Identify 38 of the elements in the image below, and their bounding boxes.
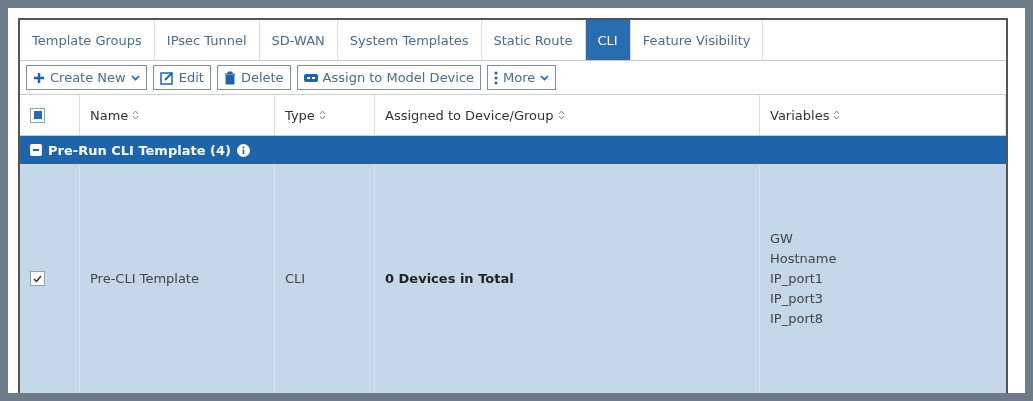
toolbar-button[interactable]: More	[487, 65, 557, 90]
sort-icon	[132, 110, 140, 120]
column-header[interactable]: Assigned to Device/Group	[385, 107, 554, 123]
trash-icon	[223, 70, 236, 85]
table-row[interactable]: Pre-CLI Template CLI 0 Devices in Total GW Hostname IP_port1 IP_port3 IP_port8	[20, 164, 1006, 393]
plus-icon	[33, 71, 45, 84]
device-icon	[303, 72, 318, 83]
toolbar-button[interactable]: Create New	[26, 65, 147, 90]
toolbar-button[interactable]: Edit	[152, 65, 211, 90]
info-icon	[236, 143, 250, 157]
table-cell: CLI	[285, 271, 306, 286]
variable-name: IP_port3	[770, 289, 825, 308]
caret-icon	[130, 74, 140, 81]
sort-icon	[557, 110, 565, 120]
toolbar-button[interactable]: Delete	[216, 65, 291, 90]
dots-icon	[494, 70, 499, 85]
edit-icon	[159, 70, 174, 85]
variable-name: IP_port1	[770, 269, 825, 288]
variable-name: GW	[770, 229, 794, 248]
check-icon	[33, 274, 42, 283]
select-all-checkbox[interactable]	[30, 107, 45, 123]
collapse-icon[interactable]	[30, 144, 42, 156]
column-header[interactable]: Variables	[770, 107, 830, 123]
table-cell: 0 Devices in Total	[385, 271, 514, 286]
row-checkbox[interactable]	[30, 271, 45, 286]
variable-name: IP_port8	[770, 309, 825, 328]
sort-icon	[833, 110, 841, 120]
sort-icon	[318, 110, 326, 120]
tab[interactable]: CLI	[585, 20, 631, 60]
caret-icon	[540, 74, 550, 81]
column-header[interactable]: Type	[285, 107, 315, 123]
column-header[interactable]: Name	[90, 107, 129, 123]
table-cell: Pre-CLI Template	[90, 271, 199, 286]
square-mark-icon	[33, 111, 42, 119]
group-label: Pre-Run CLI Template (4)	[48, 142, 231, 158]
group-row[interactable]: Pre-Run CLI Template (4)	[20, 136, 1006, 164]
toolbar-button[interactable]: Assign to Model Device	[296, 65, 482, 90]
variable-name: Hostname	[770, 249, 838, 268]
